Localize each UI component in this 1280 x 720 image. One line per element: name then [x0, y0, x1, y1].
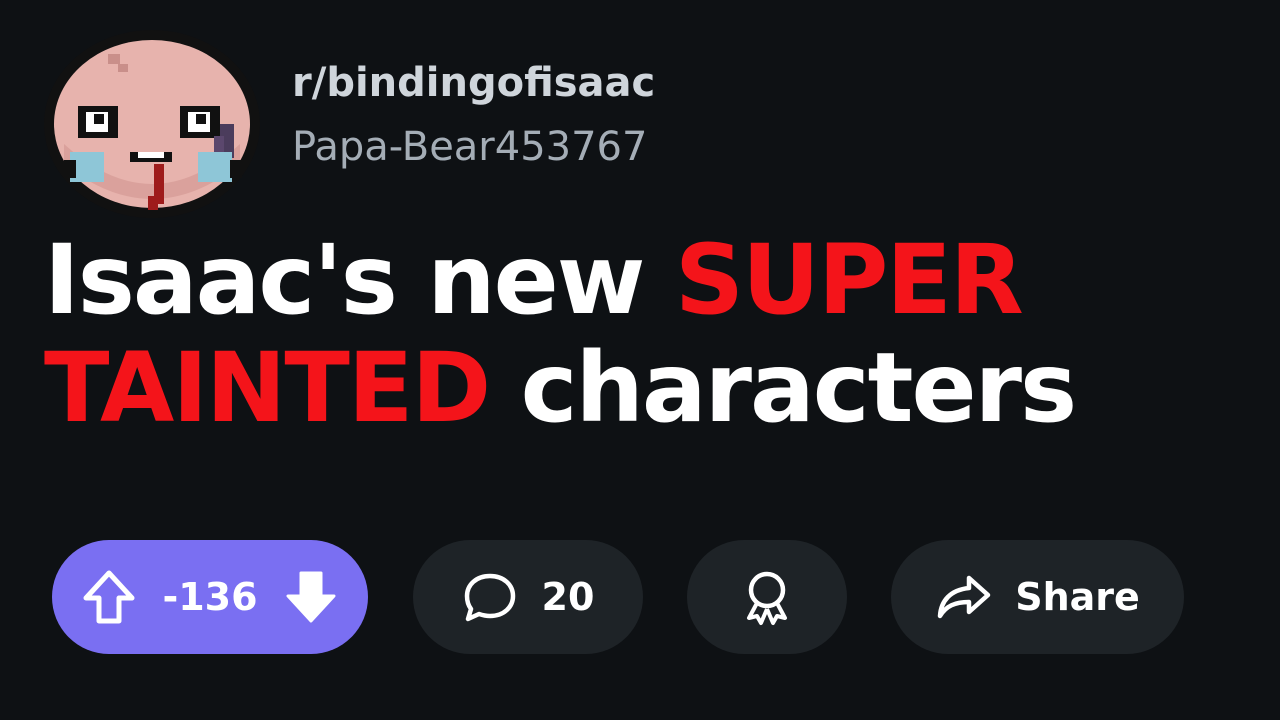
comment-count: 20 [541, 575, 595, 619]
arrow-down-filled-icon[interactable] [284, 568, 338, 626]
title-text-white: characters [489, 332, 1078, 444]
share-button[interactable]: Share [891, 540, 1184, 654]
share-arrow-icon [935, 573, 993, 621]
title-text-white: Isaac's new [44, 224, 675, 336]
post-thumbnail: r/bindingofisaac Papa-Bear453767 Isaac's… [0, 0, 1280, 720]
arrow-up-outline-icon[interactable] [82, 568, 136, 626]
comments-button[interactable]: 20 [413, 540, 643, 654]
award-button[interactable] [687, 540, 847, 654]
author-name[interactable]: Papa-Bear453767 [292, 124, 647, 170]
post-title[interactable]: Isaac's new SUPER TAINTED characters [44, 226, 1264, 442]
speech-bubble-icon [462, 571, 518, 623]
share-label: Share [1015, 575, 1140, 619]
vote-count: -136 [162, 575, 258, 619]
title-text-red: TAINTED [44, 332, 491, 444]
title-text-red: SUPER [674, 224, 1024, 336]
vote-pill: -136 [52, 540, 368, 654]
title-line-2: TAINTED characters [44, 334, 1264, 442]
award-ribbon-icon [739, 568, 795, 626]
title-line-1: Isaac's new SUPER [44, 226, 1264, 334]
isaac-avatar-icon[interactable] [42, 24, 262, 218]
subreddit-name[interactable]: r/bindingofisaac [292, 60, 655, 106]
